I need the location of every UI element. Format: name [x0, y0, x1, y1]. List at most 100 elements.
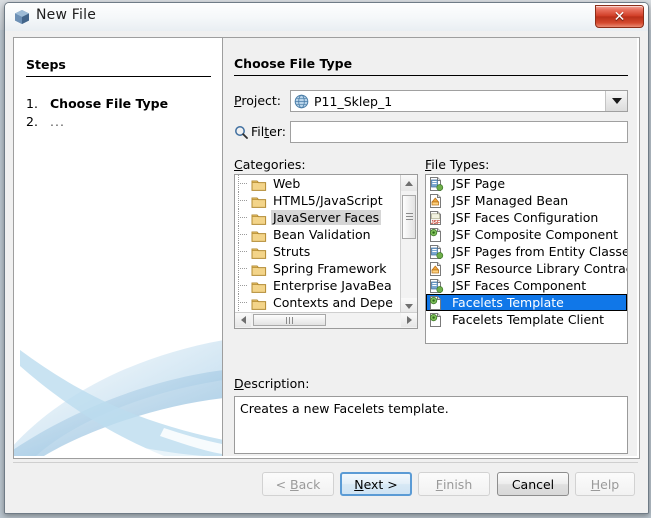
category-label: Struts [273, 244, 311, 259]
decorative-swoosh-graphic [14, 340, 222, 456]
categories-viewport: Web HTML5/JavaScript JavaServer Faces Be… [235, 175, 401, 314]
file-type-row[interactable]: JSF Faces Component [426, 277, 627, 294]
tree-line [235, 260, 251, 277]
category-row[interactable]: HTML5/JavaScript [235, 192, 401, 209]
project-combobox[interactable]: P11_Sklep_1 [290, 90, 628, 112]
back-button[interactable]: < Back [262, 472, 334, 496]
filter-input[interactable] [290, 121, 628, 143]
tree-line [235, 209, 251, 226]
categories-list[interactable]: Web HTML5/JavaScript JavaServer Faces Be… [234, 174, 418, 329]
category-label: Enterprise JavaBea [273, 278, 392, 293]
tree-line [235, 226, 251, 243]
cancel-button[interactable]: Cancel [497, 472, 569, 496]
svg-text:JSF: JSF [431, 220, 440, 226]
categories-label: Categories: [234, 157, 306, 172]
file-type-label: Facelets Template Client [452, 311, 605, 327]
file-type-row[interactable]: JSF JSF Faces Configuration [426, 209, 627, 226]
category-row[interactable]: Web [235, 175, 401, 192]
file-types-list[interactable]: JSF Page JSF Managed Bean JSF JSF Faces … [425, 174, 628, 344]
triangle-up-icon [405, 180, 413, 186]
title-bar: New File ✕ [5, 3, 648, 32]
hscrollbar-thumb[interactable] [253, 314, 326, 326]
finish-button[interactable]: Finish [418, 472, 490, 496]
jsf-composite-icon [428, 227, 444, 243]
tree-line [235, 243, 251, 260]
folder-icon [251, 279, 267, 293]
category-row[interactable]: Enterprise JavaBea [235, 277, 401, 294]
new-file-dialog: New File ✕ Steps 1. Choose File Type 2. … [4, 2, 649, 514]
file-type-label: JSF Pages from Entity Classes [452, 243, 628, 259]
globe-icon [294, 94, 309, 109]
jsf-composite-icon [428, 312, 444, 328]
project-label: Project: [234, 93, 281, 108]
file-type-row[interactable]: Facelets Template Client [426, 311, 627, 328]
categories-horizontal-scrollbar[interactable] [235, 312, 417, 328]
category-row[interactable]: Contexts and Depe [235, 294, 401, 311]
scroll-left-button[interactable] [235, 313, 251, 327]
category-label: Contexts and Depe [273, 295, 393, 310]
file-type-row[interactable]: JSF Pages from Entity Classes [426, 243, 627, 260]
choose-file-type-pane: Choose File Type Project: P11_Sklep_1 Fi… [223, 38, 637, 456]
category-row[interactable]: Bean Validation [235, 226, 401, 243]
window-title: New File [36, 7, 97, 23]
file-type-label: JSF Page [452, 175, 506, 191]
file-type-row[interactable]: JSF Resource Library Contract [426, 260, 627, 277]
project-value: P11_Sklep_1 [314, 94, 393, 109]
project-dropdown-arrow[interactable] [605, 91, 627, 111]
folder-icon [251, 245, 267, 259]
filter-label: Filter: [251, 124, 286, 139]
file-type-row[interactable]: JSF Managed Bean [426, 192, 627, 209]
file-type-label: JSF Managed Bean [452, 192, 569, 208]
step-1-label: Choose File Type [50, 96, 169, 111]
title-divider [234, 75, 628, 76]
help-button[interactable]: Help [575, 472, 635, 496]
next-button[interactable]: Next > [340, 472, 412, 496]
file-type-label: JSF Resource Library Contract [452, 260, 628, 276]
close-button[interactable]: ✕ [595, 5, 644, 28]
step-2-number: 2. [26, 114, 38, 129]
chevron-down-icon [611, 98, 622, 104]
file-type-row[interactable]: JSF Page [426, 175, 627, 192]
grip-icon [406, 213, 413, 220]
triangle-down-icon [405, 303, 413, 309]
jsf-bean-icon [428, 193, 444, 209]
file-type-row-selected[interactable]: Facelets Template [426, 294, 627, 311]
step-1-number: 1. [26, 96, 38, 111]
jsf-page-icon [428, 244, 444, 260]
netbeans-cube-icon [14, 9, 30, 25]
category-label: Bean Validation [273, 227, 371, 242]
close-icon: ✕ [613, 8, 626, 25]
steps-heading: Steps [26, 57, 66, 72]
folder-icon [251, 211, 267, 225]
steps-divider [26, 76, 211, 77]
file-type-row[interactable]: JSF Composite Component [426, 226, 627, 243]
search-icon [234, 124, 248, 139]
description-box: Creates a new Facelets template. [234, 396, 628, 454]
folder-icon [251, 296, 267, 310]
scroll-right-button[interactable] [401, 313, 417, 327]
category-row[interactable]: Spring Framework [235, 260, 401, 277]
tree-line [235, 294, 251, 311]
folder-icon [251, 262, 267, 276]
button-bar: < Back Next > Finish Cancel Help [13, 462, 638, 505]
tree-line [235, 192, 251, 209]
jsf-page-icon [428, 176, 444, 192]
tree-line [235, 175, 251, 192]
scrollbar-thumb[interactable] [402, 195, 416, 239]
scroll-up-button[interactable] [401, 175, 417, 191]
screen: New File ✕ Steps 1. Choose File Type 2. … [0, 0, 651, 518]
step-2-label: ... [50, 114, 65, 129]
wizard-content: Steps 1. Choose File Type 2. ... Choose … [13, 37, 640, 459]
jsf-bean-icon [428, 261, 444, 277]
folder-icon [251, 228, 267, 242]
grip-icon [286, 317, 294, 324]
jsf-config-icon: JSF [428, 210, 444, 226]
category-row[interactable]: Struts [235, 243, 401, 260]
folder-icon [251, 177, 267, 191]
jsf-composite-icon [428, 295, 444, 311]
category-row-selected[interactable]: JavaServer Faces [235, 209, 401, 226]
categories-vertical-scrollbar[interactable] [400, 175, 417, 314]
file-types-label: File Types: [425, 157, 490, 172]
folder-icon [251, 194, 267, 208]
category-label: JavaServer Faces [271, 210, 382, 225]
